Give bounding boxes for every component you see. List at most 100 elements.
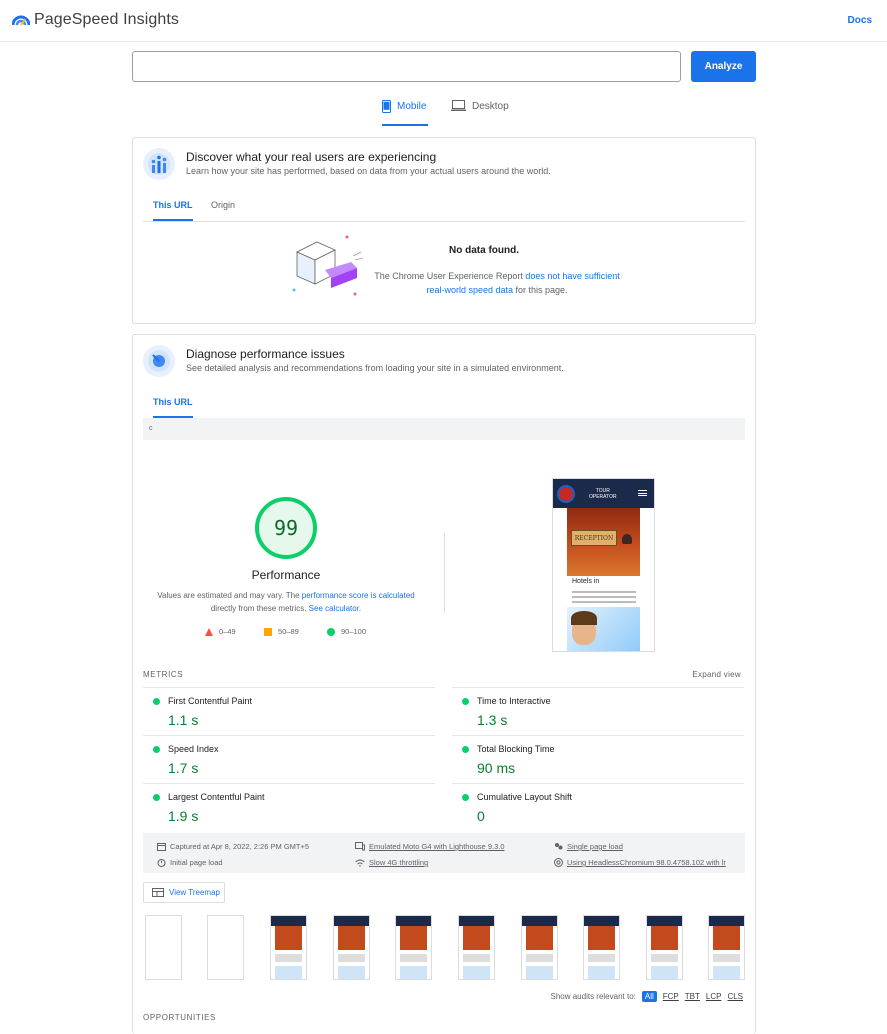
bell-icon xyxy=(622,534,632,544)
metric-fcp: First Contentful Paint 1.1 s xyxy=(143,687,435,735)
filmstrip-frame xyxy=(145,915,182,980)
screenshot-header: TOUR OPERATOR xyxy=(553,479,654,508)
filmstrip-frame xyxy=(458,915,495,980)
desktop-icon xyxy=(451,100,466,111)
field-data-subtitle: Learn how your site has performed, based… xyxy=(186,166,551,176)
metric-value: 90 ms xyxy=(477,760,516,776)
view-treemap-button[interactable]: View Treemap xyxy=(143,882,225,903)
lab-data-subtitle: See detailed analysis and recommendation… xyxy=(186,363,564,373)
metric-si: Speed Index 1.7 s xyxy=(143,735,435,783)
note-text-1: Values are estimated and may vary. The xyxy=(157,591,302,600)
device-info[interactable]: Emulated Moto G4 with Lighthouse 9.3.0 xyxy=(355,842,505,851)
screenshot-hero-image: RECEPTION xyxy=(567,508,640,576)
metric-name: First Contentful Paint xyxy=(168,696,253,706)
tab-origin[interactable]: Origin xyxy=(211,200,235,221)
device-text: Emulated Moto G4 with Lighthouse 9.3.0 xyxy=(369,842,505,851)
throttle-info[interactable]: Slow 4G throttling xyxy=(355,858,428,867)
tab-mobile-label: Mobile xyxy=(397,101,427,112)
tab-desktop[interactable]: Desktop xyxy=(451,100,511,126)
session-info[interactable]: Single page load xyxy=(554,842,623,851)
no-data-title: No data found. xyxy=(449,245,519,256)
final-screenshot[interactable]: TOUR OPERATOR RECEPTION Hotels in xyxy=(552,478,655,652)
url-input[interactable] xyxy=(132,51,681,82)
expand-view-button[interactable]: Expand view xyxy=(692,670,741,679)
treemap-icon xyxy=(152,888,164,897)
filmstrip-frame xyxy=(521,915,558,980)
filmstrip-frame xyxy=(583,915,620,980)
calculator-link[interactable]: See calculator. xyxy=(309,604,361,613)
tested-url: c xyxy=(143,418,745,440)
session-text: Single page load xyxy=(567,842,623,851)
filmstrip-frame xyxy=(207,915,244,980)
run-info: Captured at Apr 8, 2022, 2:26 PM GMT+5 E… xyxy=(143,833,745,873)
tab-divider xyxy=(143,221,745,222)
legend-pass: 90–100 xyxy=(327,627,366,636)
throttle-text: Slow 4G throttling xyxy=(369,858,429,867)
metric-name: Total Blocking Time xyxy=(477,744,555,754)
legend-average: 50–89 xyxy=(264,627,299,636)
pass-dot-icon xyxy=(462,746,469,753)
field-data-card: Discover what your real users are experi… xyxy=(132,137,756,324)
timer-icon xyxy=(157,859,166,867)
performance-label: Performance xyxy=(251,568,321,582)
analyze-button[interactable]: Analyze xyxy=(691,51,756,82)
metric-name: Largest Contentful Paint xyxy=(168,792,265,802)
hamburger-menu-icon xyxy=(638,490,647,496)
audit-filter-bar: Show audits relevant to: All FCP TBT LCP… xyxy=(550,991,743,1002)
metric-cls: Cumulative Layout Shift 0 xyxy=(452,783,744,831)
filter-fcp[interactable]: FCP xyxy=(663,992,679,1001)
metric-tti: Time to Interactive 1.3 s xyxy=(452,687,744,735)
lab-data-title: Diagnose performance issues xyxy=(186,347,345,361)
filmstrip-frame xyxy=(708,915,745,980)
legend-fail: 0–49 xyxy=(205,627,236,636)
tab-desktop-label: Desktop xyxy=(472,101,509,112)
square-icon xyxy=(264,627,272,636)
tab-lab-this-url[interactable]: This URL xyxy=(153,397,193,418)
metric-value: 1.7 s xyxy=(168,760,199,776)
people-icon xyxy=(555,843,563,850)
vertical-divider xyxy=(444,533,445,613)
metric-name: Time to Interactive xyxy=(477,696,551,706)
filter-all[interactable]: All xyxy=(641,991,657,1002)
filmstrip-frame xyxy=(270,915,307,980)
pagespeed-logo-icon[interactable] xyxy=(12,11,30,29)
browser-info[interactable]: Using HeadlessChromium 98.0.4758.102 wit… xyxy=(554,858,726,867)
legend-fail-range: 0–49 xyxy=(219,627,236,636)
note-text-2: directly from these metrics. xyxy=(210,604,309,613)
filmstrip-frame xyxy=(646,915,683,980)
filter-cls[interactable]: CLS xyxy=(727,992,743,1001)
no-data-text-before: The Chrome User Experience Report xyxy=(374,271,526,281)
pass-dot-icon xyxy=(153,746,160,753)
performance-note: Values are estimated and may vary. The p… xyxy=(143,589,429,615)
pass-dot-icon xyxy=(462,698,469,705)
captured-info: Captured at Apr 8, 2022, 2:26 PM GMT+5 xyxy=(157,842,309,851)
audit-filter-label: Show audits relevant to: xyxy=(550,992,636,1001)
mobile-icon xyxy=(382,100,391,113)
metric-value: 1.3 s xyxy=(477,712,508,728)
legend-pass-range: 90–100 xyxy=(341,627,367,636)
metric-lcp: Largest Contentful Paint 1.9 s xyxy=(143,783,435,831)
tab-mobile[interactable]: Mobile xyxy=(382,100,428,126)
screenshot-text-line xyxy=(572,601,636,603)
wifi-icon xyxy=(355,859,365,867)
metric-value: 1.1 s xyxy=(168,712,199,728)
metric-value: 0 xyxy=(477,808,485,824)
score-calc-link[interactable]: performance score is calculated xyxy=(302,591,415,600)
filmstrip-frame xyxy=(333,915,370,980)
filter-lcp[interactable]: LCP xyxy=(706,992,722,1001)
screenshot-text-line xyxy=(572,596,636,598)
filter-tbt[interactable]: TBT xyxy=(685,992,700,1001)
docs-link[interactable]: Docs xyxy=(848,15,872,26)
tab-this-url[interactable]: This URL xyxy=(153,200,193,221)
metric-value: 1.9 s xyxy=(168,808,199,824)
pass-dot-icon xyxy=(153,698,160,705)
brand-title[interactable]: PageSpeed Insights xyxy=(34,11,179,29)
screenshot-sign: RECEPTION xyxy=(571,530,617,546)
metric-name: Speed Index xyxy=(168,744,219,754)
browser-text: Using HeadlessChromium 98.0.4758.102 wit… xyxy=(567,858,726,867)
field-data-title: Discover what your real users are experi… xyxy=(186,150,437,164)
top-bar: PageSpeed Insights Docs xyxy=(0,0,887,42)
circle-icon xyxy=(327,627,335,636)
screenshot-brand: TOUR OPERATOR xyxy=(589,488,617,500)
initial-load-info: Initial page load xyxy=(157,858,223,867)
